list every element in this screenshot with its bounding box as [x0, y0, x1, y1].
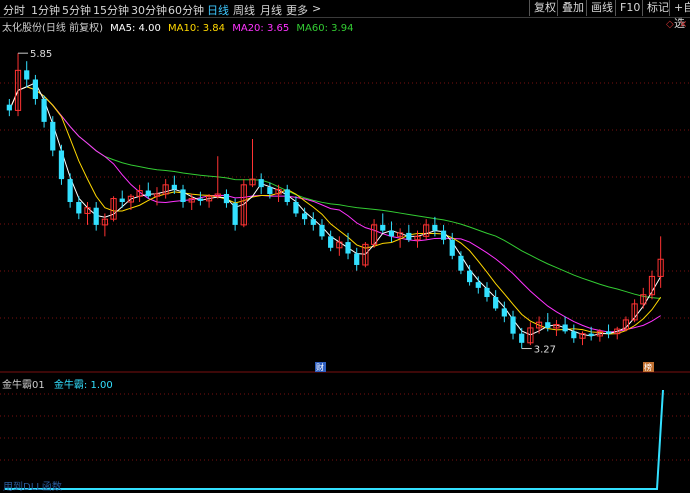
candle-body-down	[458, 255, 464, 271]
indicator-line	[5, 389, 664, 490]
candle-body-down	[406, 232, 412, 240]
sub-legend: 金牛霸01 金牛霸: 1.00	[2, 376, 113, 391]
low-label: 3.27	[534, 345, 556, 356]
candle-body-down	[67, 179, 73, 202]
indicator-name: 金牛霸01	[2, 380, 45, 391]
candle-body-down	[310, 219, 316, 225]
candle-body-down	[484, 287, 490, 298]
ma5-value: MA5: 4.00	[110, 23, 161, 34]
main-legend: 太化股份(日线 前复权) MA5: 4.00 MA10: 3.84 MA20: …	[2, 19, 357, 34]
candle-body-down	[180, 189, 186, 202]
candle-body-down	[501, 308, 507, 317]
candle-body-down	[510, 316, 516, 334]
candle-body-down	[545, 322, 551, 328]
finance-badge-text: 财	[316, 362, 324, 372]
candle-body-down	[41, 98, 47, 122]
candle-body-down	[145, 190, 151, 197]
candle-body-down	[354, 253, 360, 265]
candle-body-down	[93, 207, 99, 225]
candle-body-down	[562, 324, 568, 332]
candle-body-down	[58, 150, 65, 180]
candle-body-down	[32, 79, 38, 99]
chart-title: 太化股份(日线 前复权)	[2, 23, 103, 34]
candle-body-down	[493, 297, 499, 309]
candle-body-down	[293, 202, 299, 214]
ma20-line	[8, 86, 661, 333]
candle-body-down	[267, 187, 273, 194]
candle-body-down	[588, 333, 594, 336]
ma10-line	[8, 86, 662, 335]
candle-body-down	[319, 224, 325, 237]
candle-body-down	[258, 179, 264, 188]
candle-body-down	[24, 70, 30, 80]
footer-note: 用到DLL函数	[3, 482, 62, 493]
candle-body-down	[284, 189, 290, 202]
candle-body-down	[119, 198, 125, 202]
candle-body-down	[519, 333, 525, 343]
candle-body-down	[380, 224, 386, 231]
ma60-line	[8, 86, 661, 300]
indicator-value: 金牛霸: 1.00	[53, 380, 113, 391]
rank-badge-text: 榜	[644, 362, 652, 372]
candle-body-down	[223, 193, 230, 204]
high-label: 5.85	[30, 49, 52, 60]
ma60-value: MA60: 3.94	[296, 23, 354, 34]
ma10-value: MA10: 3.84	[168, 23, 226, 34]
ma20-value: MA20: 3.65	[232, 23, 290, 34]
candle-body-down	[50, 121, 56, 151]
settings-icon[interactable]: ◇	[666, 19, 674, 30]
candle-body-down	[6, 104, 12, 111]
candle-body-down	[345, 242, 351, 254]
candle-body-down	[388, 230, 395, 237]
close-icon[interactable]: ×	[679, 19, 687, 30]
candle-body-down	[475, 282, 481, 288]
candle-body-down	[197, 198, 203, 201]
kline-chart[interactable]: 5.85 3.27 财 榜	[0, 0, 690, 492]
candle-body-down	[605, 331, 612, 334]
candle-body-down	[440, 230, 447, 240]
candle-body-down	[449, 239, 455, 256]
candle-body-down	[171, 184, 177, 190]
candle-body-down	[432, 224, 438, 231]
candle-body-down	[467, 270, 473, 283]
candle-body-down	[571, 331, 577, 339]
candle-body-down	[232, 203, 238, 225]
candle-body-down	[76, 202, 82, 214]
candle-body-down	[302, 213, 308, 220]
candle-body-down	[328, 236, 334, 248]
